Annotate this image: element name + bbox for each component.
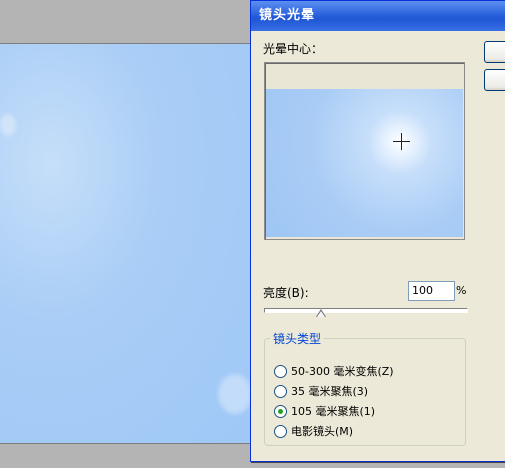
radio-movie[interactable] xyxy=(274,424,287,438)
brightness-slider-thumb[interactable] xyxy=(315,309,326,317)
brightness-input[interactable]: 100 xyxy=(408,281,455,301)
radio-label: 105 毫米聚焦(1) xyxy=(291,405,376,418)
lens-option-105[interactable]: 105 毫米聚焦(1) xyxy=(274,403,375,419)
flare-center-label: 光晕中心： xyxy=(263,42,324,56)
brightness-label: 亮度(B): xyxy=(263,286,309,300)
percent-unit: % xyxy=(456,284,467,297)
cloud-shape xyxy=(218,374,252,414)
radio-35[interactable] xyxy=(274,384,287,398)
radio-label: 50-300 毫米变焦(Z) xyxy=(291,365,394,378)
brightness-slider-track[interactable] xyxy=(264,308,468,313)
radio-105[interactable] xyxy=(274,404,287,418)
lens-option-movie[interactable]: 电影镜头(M) xyxy=(274,423,353,439)
lens-option-35[interactable]: 35 毫米聚焦(3) xyxy=(274,383,368,399)
radio-50-300[interactable] xyxy=(274,364,287,378)
lens-option-50-300[interactable]: 50-300 毫米变焦(Z) xyxy=(274,363,394,379)
flare-preview[interactable] xyxy=(264,62,465,240)
cancel-button[interactable] xyxy=(484,69,505,91)
image-canvas xyxy=(0,43,252,444)
radio-label: 电影镜头(M) xyxy=(291,425,354,438)
ok-button[interactable] xyxy=(484,41,505,63)
preview-image[interactable] xyxy=(266,89,463,237)
cloud-shape xyxy=(0,114,16,136)
radio-label: 35 毫米聚焦(3) xyxy=(291,385,369,398)
lens-type-title: 镜头类型 xyxy=(270,330,325,347)
flare-center-crosshair-icon[interactable] xyxy=(401,133,402,150)
